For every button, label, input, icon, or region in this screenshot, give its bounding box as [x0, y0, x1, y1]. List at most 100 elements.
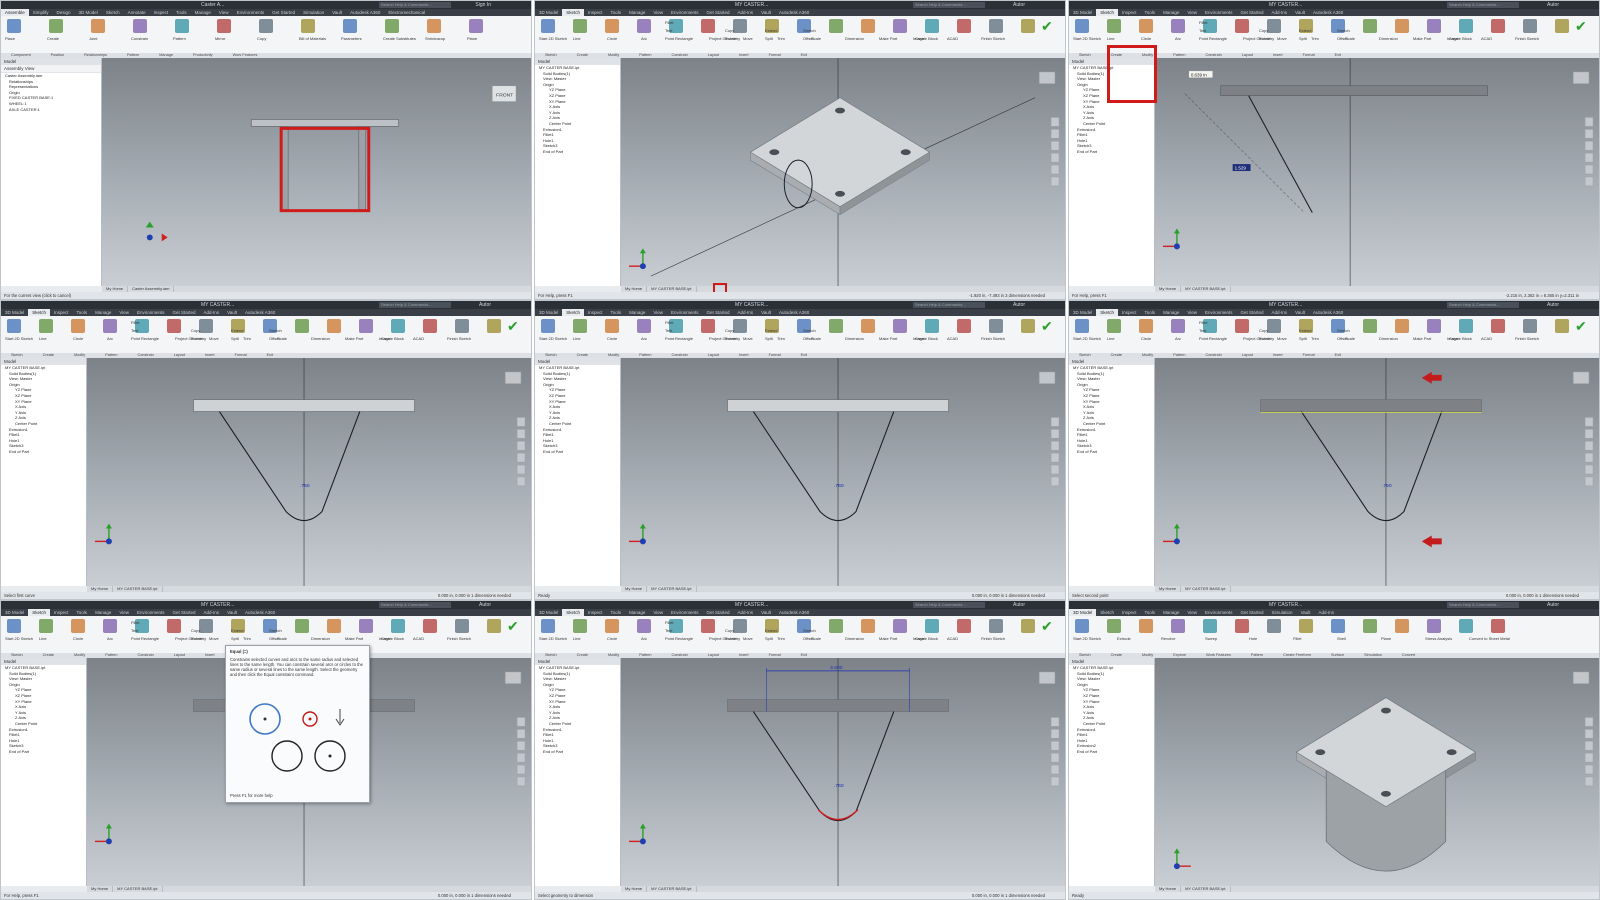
ribbon-small-stretch[interactable]: Stretch [803, 28, 816, 33]
ribbon-tab[interactable]: Environments [667, 9, 703, 16]
ribbon-small-split[interactable]: Split [765, 36, 773, 41]
asm-ribbon-button-12[interactable] [469, 19, 483, 33]
ribbon-small-copy[interactable]: Copy [1259, 28, 1268, 33]
ribbon-small-fillet[interactable]: Fillet [1199, 320, 1207, 325]
ribbon-small-split[interactable]: Split [1299, 336, 1307, 341]
asm-ribbon-button-1[interactable] [7, 19, 21, 33]
ribbon-tab[interactable]: Sketch [1096, 309, 1119, 316]
tool-ribbon-button-2[interactable] [1107, 319, 1121, 333]
ribbon-small-copy[interactable]: Copy [725, 328, 734, 333]
ribbon-small-offset[interactable]: Offset [269, 636, 280, 641]
ribbon-small-point[interactable]: Point [665, 36, 674, 41]
ribbon-tab[interactable]: Simulation [299, 9, 328, 16]
finish-sketch-check-icon[interactable]: ✔ [1575, 319, 1589, 333]
ribbon-small-point[interactable]: Point [665, 636, 674, 641]
tool-ribbon-button-12[interactable] [893, 19, 907, 33]
tool-ribbon-button-1[interactable] [1075, 319, 1089, 333]
tool-ribbon-button-2[interactable] [39, 319, 53, 333]
ribbon-tab[interactable]: View [649, 609, 667, 616]
tool-ribbon-button-1[interactable] [1075, 619, 1089, 633]
graphics-window[interactable]: .750 [87, 358, 531, 586]
tool-ribbon-button-14[interactable] [1491, 619, 1505, 633]
ribbon-small-copy[interactable]: Copy [725, 628, 734, 633]
ribbon-tab[interactable]: Sketch [562, 309, 585, 316]
user-menu[interactable]: Autor [1547, 1, 1559, 9]
ribbon-tab[interactable]: Tools [73, 309, 92, 316]
ribbon-tab[interactable]: Manage [625, 309, 649, 316]
user-menu[interactable]: Autor [1013, 301, 1025, 309]
tool-ribbon-button-14[interactable] [1491, 19, 1505, 33]
tool-ribbon-button-2[interactable] [39, 619, 53, 633]
ribbon-tab[interactable]: 3D Model [1, 309, 28, 316]
tool-ribbon-button-4[interactable] [637, 319, 651, 333]
ribbon-tab[interactable]: Tools [172, 9, 191, 16]
ribbon-tab[interactable]: Inspect [1118, 9, 1141, 16]
asm-ribbon-button-6[interactable] [217, 19, 231, 33]
ribbon-tab[interactable]: Vault [328, 9, 346, 16]
ribbon-tab[interactable]: Manage [625, 609, 649, 616]
tool-ribbon-button-3[interactable] [605, 319, 619, 333]
ribbon-tab[interactable]: View [115, 609, 133, 616]
ribbon-tab[interactable]: Add-Ins [1315, 609, 1339, 616]
ribbon-tab[interactable]: Sketch [562, 609, 585, 616]
ribbon-small-rotate[interactable]: Rotate [191, 336, 203, 341]
tool-ribbon-button-9[interactable] [1331, 619, 1345, 633]
help-search-input[interactable]: Search Help & Commands... [379, 602, 451, 608]
tree-node[interactable]: End of Part [1, 749, 86, 755]
ribbon-small-extend[interactable]: Extend [1299, 28, 1311, 33]
tree-node[interactable]: End of Part [1069, 749, 1154, 755]
tool-ribbon-button-2[interactable] [573, 619, 587, 633]
ribbon-small-offset[interactable]: Offset [1337, 336, 1348, 341]
tree-node[interactable]: End of Part [1069, 449, 1154, 455]
ribbon-tab[interactable]: Simulation [1268, 609, 1297, 616]
ribbon-small-offset[interactable]: Offset [803, 36, 814, 41]
ribbon-small-point[interactable]: Point [131, 636, 140, 641]
ribbon-tab[interactable]: Environments [1201, 309, 1237, 316]
ribbon-tab[interactable]: Vault [1291, 9, 1309, 16]
help-search-input[interactable]: Search Help & Commands... [913, 602, 985, 608]
tool-ribbon-button-13[interactable] [925, 19, 939, 33]
tool-ribbon-button-2[interactable] [1107, 619, 1121, 633]
ribbon-small-create_block[interactable]: Create Block [381, 336, 404, 341]
asm-ribbon-button-9[interactable] [343, 19, 357, 33]
viewport-canvas[interactable]: 1.529 0.639 in [1155, 58, 1599, 286]
tool-ribbon-button-11[interactable] [861, 319, 875, 333]
ribbon-tab[interactable]: Autodesk A360 [1309, 309, 1347, 316]
ribbon-small-extend[interactable]: Extend [231, 628, 243, 633]
ribbon-small-fillet[interactable]: Fillet [665, 620, 673, 625]
ribbon-tab[interactable]: Sketch [1096, 9, 1119, 16]
ribbon-small-text[interactable]: Text [131, 328, 138, 333]
tool-ribbon-button-12[interactable] [1427, 619, 1441, 633]
ribbon-small-fillet[interactable]: Fillet [665, 320, 673, 325]
asm-ribbon-button-2[interactable] [49, 19, 63, 33]
ribbon-small-rotate[interactable]: Rotate [1259, 36, 1271, 41]
asm-ribbon-button-7[interactable] [259, 19, 273, 33]
tool-ribbon-button-12[interactable] [359, 619, 373, 633]
ribbon-tab[interactable]: Inspect [584, 609, 607, 616]
ribbon-tab[interactable]: Autodesk A360 [1309, 9, 1347, 16]
ribbon-small-offset[interactable]: Offset [803, 636, 814, 641]
tool-ribbon-button-10[interactable] [295, 319, 309, 333]
graphics-window[interactable] [1155, 658, 1599, 886]
tool-ribbon-button-14[interactable] [423, 319, 437, 333]
ribbon-small-stretch[interactable]: Stretch [803, 628, 816, 633]
ribbon-small-split[interactable]: Split [1299, 36, 1307, 41]
ribbon-small-offset[interactable]: Offset [269, 336, 280, 341]
tool-ribbon-button-6[interactable] [701, 619, 715, 633]
ribbon-small-offset[interactable]: Offset [1337, 36, 1348, 41]
viewport-canvas[interactable]: 3.000 .750 [621, 658, 1065, 886]
tool-ribbon-button-10[interactable] [829, 319, 843, 333]
ribbon-tab[interactable]: 3D Model [535, 9, 562, 16]
tool-ribbon-button-15[interactable] [1523, 319, 1537, 333]
ribbon-tab[interactable]: Electromechanical [384, 9, 429, 16]
tool-ribbon-button-12[interactable] [1427, 319, 1441, 333]
tool-ribbon-button-10[interactable] [1363, 319, 1377, 333]
viewport-canvas[interactable]: .750 [621, 358, 1065, 586]
ribbon-tab[interactable]: Tools [607, 309, 626, 316]
tool-ribbon-button-4[interactable] [103, 619, 117, 633]
ribbon-tab[interactable]: Tools [607, 609, 626, 616]
ribbon-small-point[interactable]: Point [131, 336, 140, 341]
tool-ribbon-button-13[interactable] [391, 619, 405, 633]
ribbon-tab[interactable]: Add-Ins [1268, 309, 1292, 316]
ribbon-tab[interactable]: Simplify [29, 9, 53, 16]
